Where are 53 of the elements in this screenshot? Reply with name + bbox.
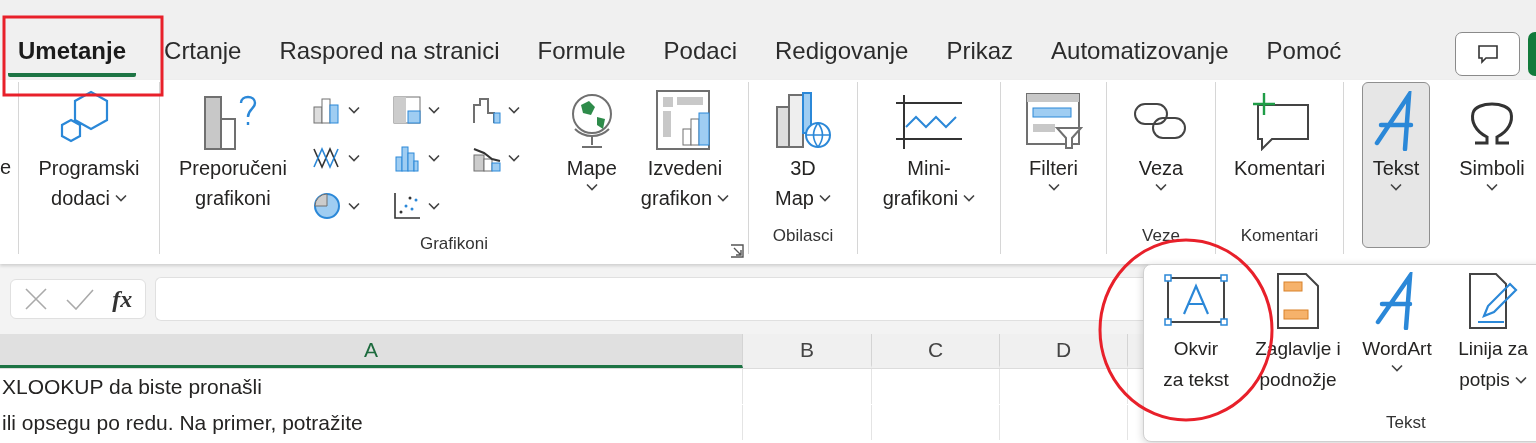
header-footer-icon (1276, 272, 1320, 330)
ribbon-button[interactable]: 3D Map (764, 82, 842, 218)
group-label: Grafikoni (420, 234, 488, 254)
ribbon-button[interactable]: Veza (1124, 82, 1198, 196)
ribbon-button[interactable]: Simboli (1450, 82, 1534, 196)
ribbon-button[interactable]: Komentari (1224, 82, 1335, 188)
caret-icon (427, 154, 440, 162)
ribbon-tab[interactable]: Pomoć (1256, 29, 1352, 77)
menu-button[interactable]: Okvir za tekst (1144, 265, 1248, 405)
ribbon-button[interactable]: Filteri (1015, 82, 1092, 196)
treemap-chart-icon (391, 95, 422, 125)
ribbon-tab[interactable]: Redigovanje (764, 29, 919, 77)
text-box-icon (1164, 274, 1228, 328)
signature-pen-icon (1468, 272, 1518, 330)
comment-icon (1476, 44, 1499, 64)
group-label: Obilasci (772, 226, 834, 246)
group-label: Tekst (1386, 413, 1426, 433)
dialog-launcher-icon[interactable] (730, 244, 744, 258)
scatter-chart-icon (391, 191, 422, 221)
group-label: Komentari (1240, 226, 1319, 246)
caret-icon (347, 154, 360, 162)
ribbon-tab[interactable]: Formule (527, 29, 636, 77)
table-cell: XLOOKUP da biste pronašli (0, 369, 743, 404)
ribbon-tab[interactable]: Automatizovanje (1041, 29, 1239, 77)
caret-icon (427, 106, 440, 114)
menu-button[interactable]: WordArt (1348, 265, 1446, 405)
group-label: Veze (1142, 226, 1180, 246)
caret-icon (507, 106, 520, 114)
pie-chart-icon (311, 191, 342, 221)
ribbon-button[interactable]: Izvedeni grafikon (631, 82, 738, 218)
ribbon-button[interactable]: Mini- grafikoni (873, 82, 985, 218)
column-chart-icon (311, 95, 342, 125)
ribbon-tab[interactable]: Raspored na stranici (269, 29, 510, 77)
column-header[interactable]: A (0, 334, 743, 368)
ribbon-tab[interactable]: Podaci (653, 29, 747, 77)
filter-table-icon (1024, 92, 1083, 150)
checkmark-icon[interactable] (65, 288, 95, 310)
menu-button[interactable]: Linija za potpis (1446, 265, 1536, 405)
caret-icon (507, 154, 520, 162)
ribbon-button[interactable]: Programski dodaci (29, 82, 149, 218)
waterfall-chart-icon (471, 95, 502, 125)
ribbon-button[interactable]: Preporučeni grafikoni (170, 82, 296, 218)
ribbon-button[interactable]: Mape (557, 82, 626, 196)
ribbon-button[interactable]: Tekst (1362, 82, 1430, 248)
ribbon-label: e (0, 82, 19, 254)
caret-icon (347, 106, 360, 114)
ribbon-tab[interactable]: Prikaz (936, 29, 1024, 77)
insert-function-button[interactable]: fx (112, 285, 133, 313)
comments-button[interactable] (1455, 32, 1520, 76)
caret-icon (347, 202, 360, 210)
table-cell: ili opsegu po redu. Na primer, potražite (0, 405, 743, 440)
ribbon-tab[interactable]: Crtanje (154, 29, 252, 77)
caret-icon (427, 202, 440, 210)
